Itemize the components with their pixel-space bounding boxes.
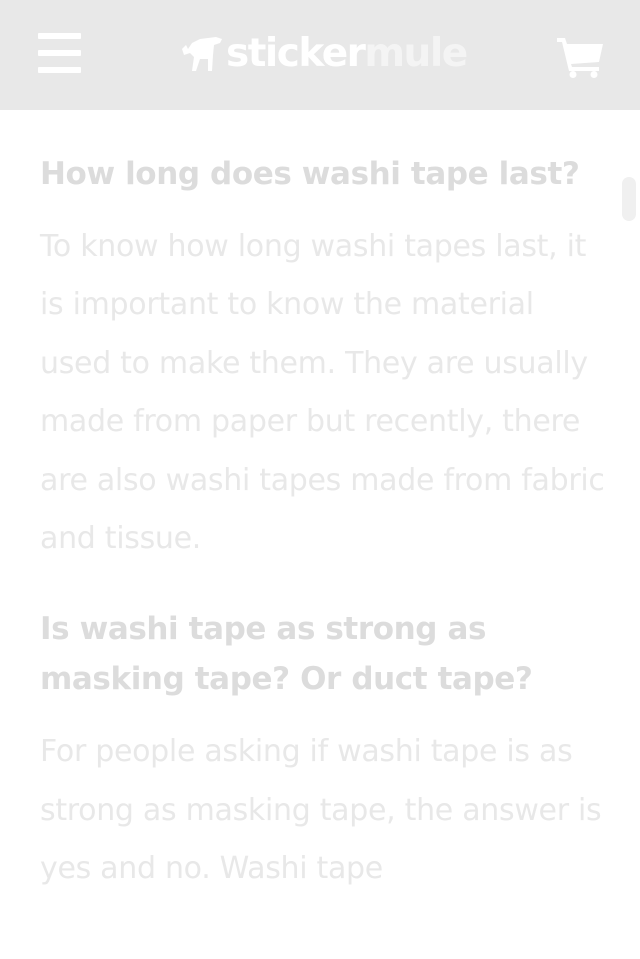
mule-icon [182, 37, 222, 71]
faq-answer: For people asking if washi tape is as st… [40, 734, 602, 887]
logo-text: stickermule [226, 30, 468, 76]
sticker-mule-logo[interactable]: stickermule [180, 28, 468, 78]
scrollbar-thumb[interactable] [622, 177, 636, 221]
hamburger-menu-icon[interactable] [38, 33, 81, 73]
faq-content: How long does washi tape last? To know h… [40, 110, 610, 899]
faq-answer: To know how long washi tapes last, it is… [40, 229, 605, 557]
faq-question: How long does washi tape last? [40, 156, 580, 192]
faq-question: Is washi tape as strong as masking tape?… [40, 611, 533, 698]
site-header: stickermule [0, 0, 640, 110]
logo-text-mule: mule [364, 30, 468, 76]
shopping-cart-icon[interactable] [557, 36, 603, 78]
logo-text-sticker: sticker [226, 30, 366, 76]
